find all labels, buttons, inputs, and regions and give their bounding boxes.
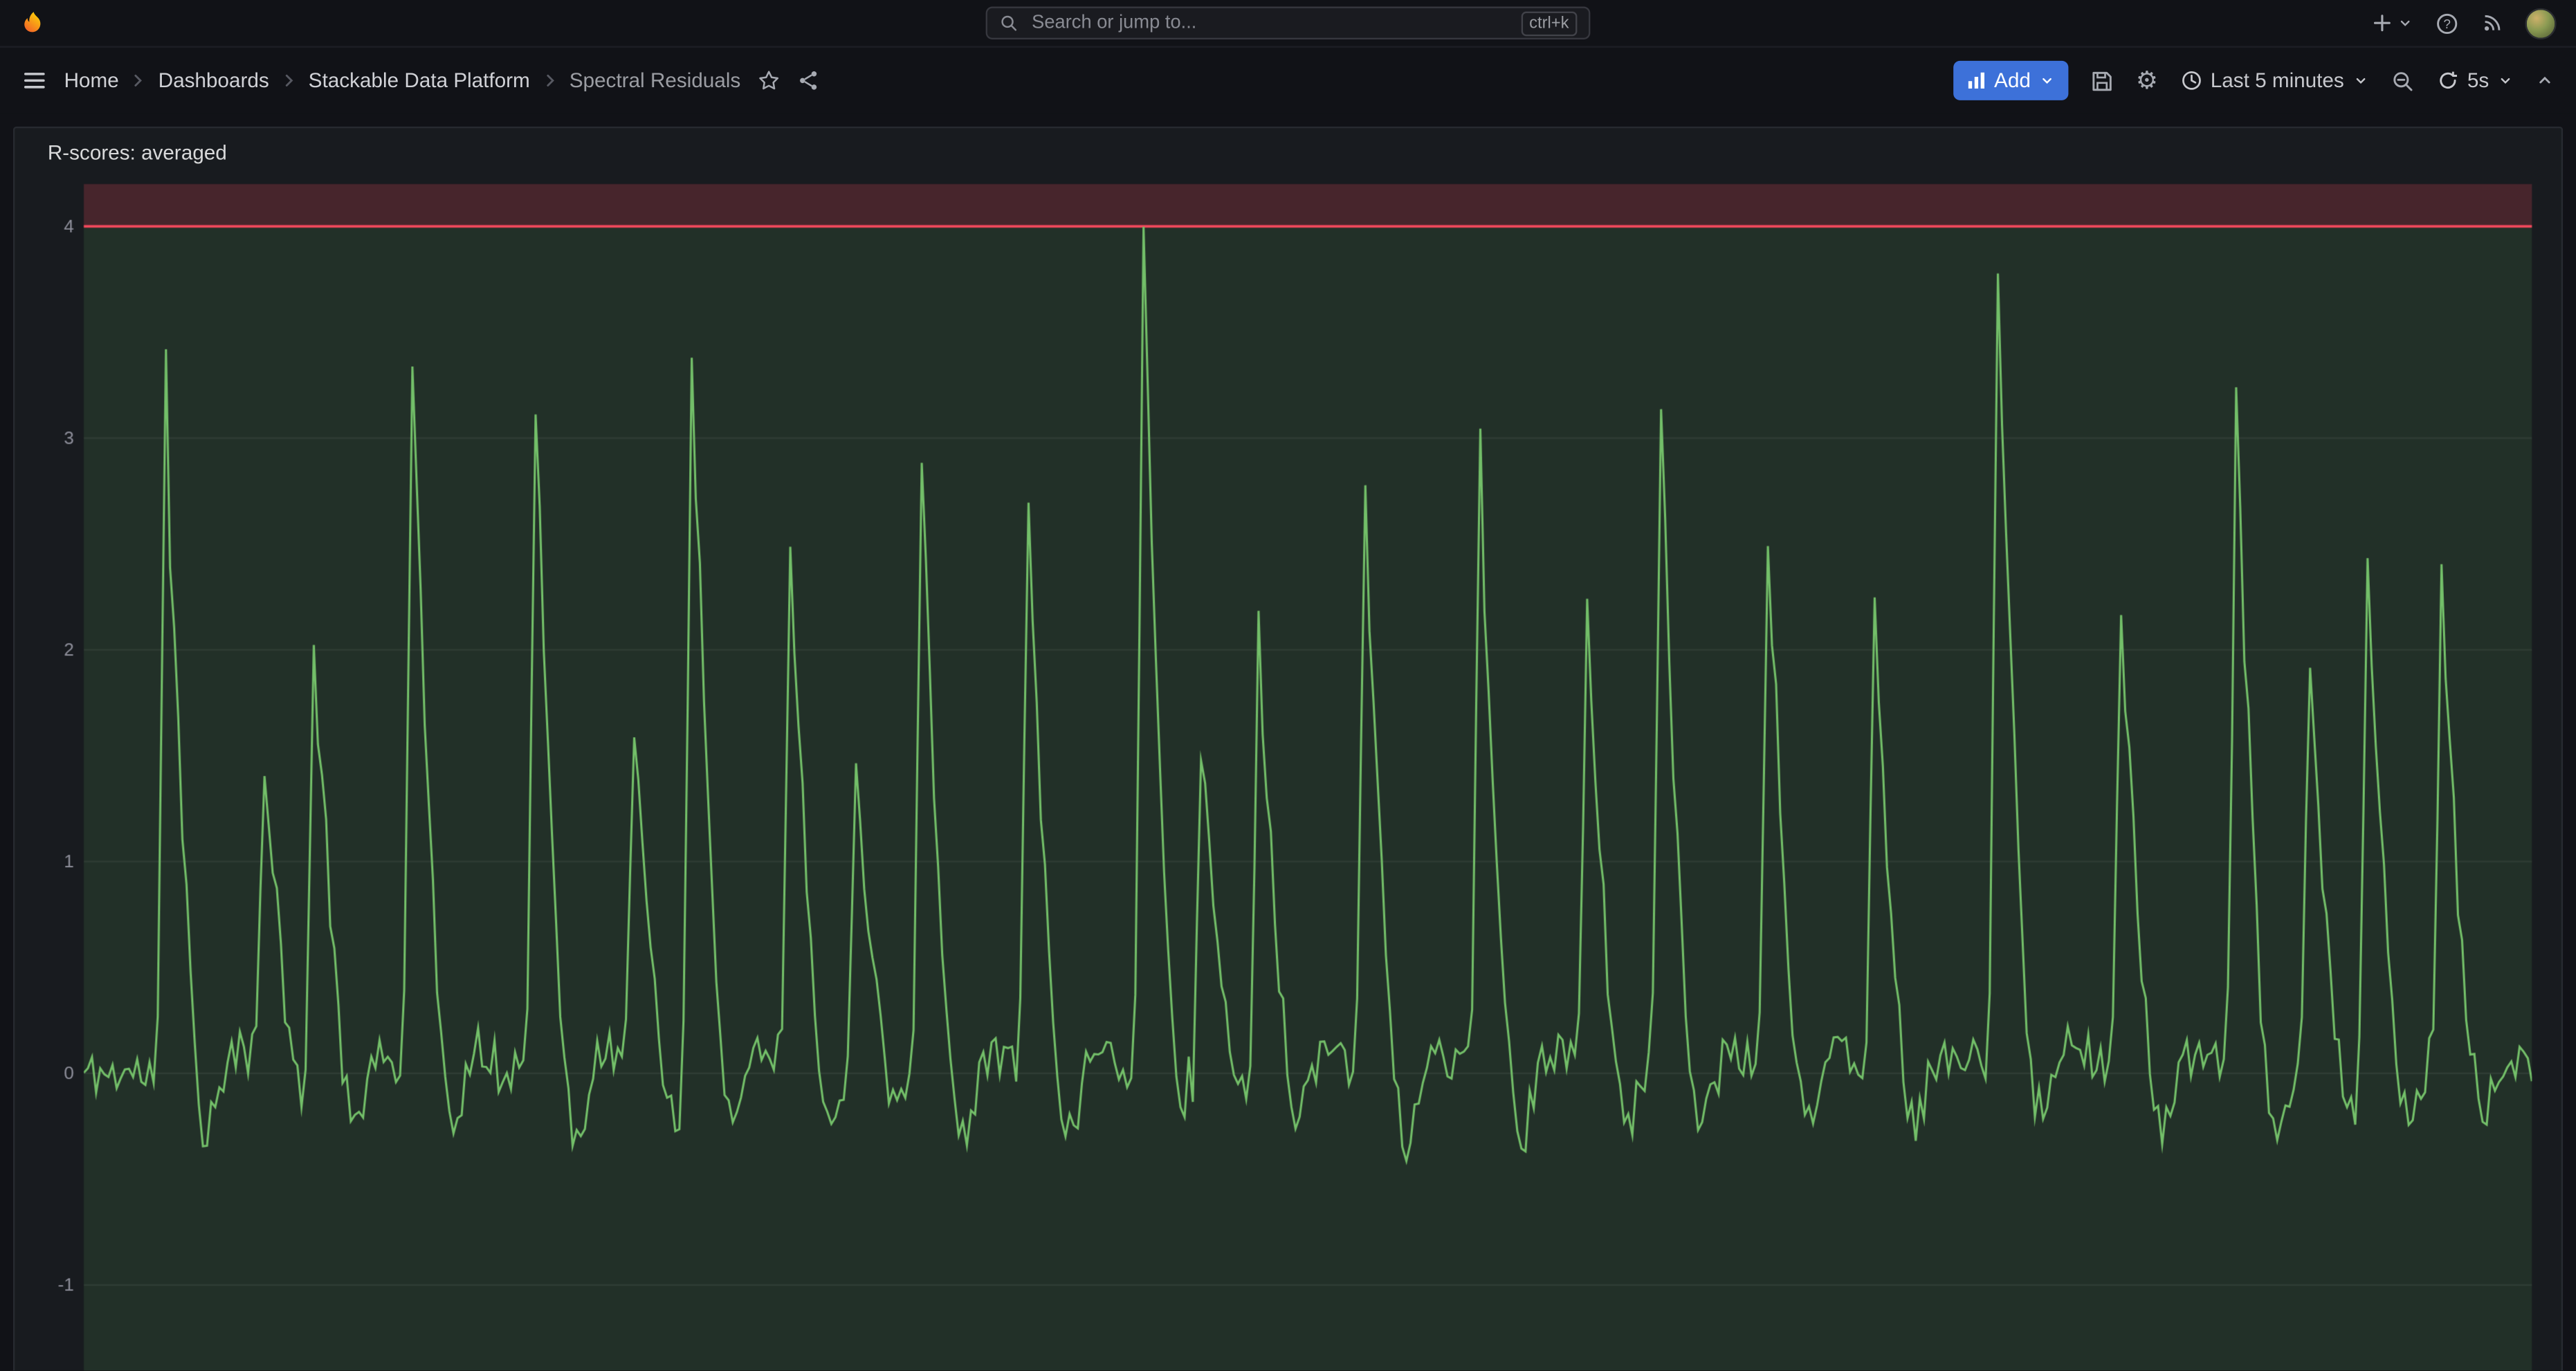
- help-button[interactable]: ?: [2435, 10, 2460, 35]
- share-button[interactable]: [796, 69, 819, 92]
- share-icon: [796, 69, 819, 92]
- grafana-logo-icon[interactable]: [19, 9, 47, 37]
- search-input[interactable]: [1028, 12, 1511, 35]
- breadcrumb-item[interactable]: Dashboards: [158, 69, 269, 92]
- save-dashboard-button[interactable]: [2090, 69, 2114, 93]
- dashboard-grid: R-scores: averaged signal R-scores r1_sc…: [0, 114, 2576, 1370]
- chevron-right-icon: [540, 71, 559, 90]
- chevron-down-icon: [2353, 72, 2369, 89]
- grafana-app: ctrl+k ?: [0, 0, 2576, 1370]
- top-nav-bar: ctrl+k ?: [0, 0, 2576, 48]
- hamburger-icon: [21, 67, 48, 93]
- chevron-right-icon: [279, 71, 298, 90]
- refresh-interval-label: 5s: [2467, 69, 2489, 92]
- clock-icon: [2180, 69, 2202, 92]
- plus-icon: [2371, 12, 2393, 35]
- user-avatar[interactable]: [2525, 8, 2556, 39]
- chevron-down-icon: [2039, 72, 2056, 89]
- add-panel-icon: [1966, 71, 1986, 90]
- chevron-down-icon: [2497, 72, 2514, 89]
- breadcrumb-item[interactable]: Spectral Residuals: [569, 69, 740, 92]
- gear-icon: ⚙: [2136, 69, 2158, 93]
- add-panel-button[interactable]: Add: [1953, 61, 2069, 100]
- search-bar[interactable]: ctrl+k: [986, 6, 1591, 39]
- chevron-up-icon: [2535, 71, 2555, 90]
- news-button[interactable]: [2481, 12, 2503, 35]
- breadcrumb: Home Dashboards Stackable Data Platform Spe…: [64, 69, 741, 92]
- breadcrumb-item[interactable]: Home: [64, 69, 119, 92]
- chevron-right-icon: [129, 71, 148, 90]
- rscores-averaged-chart[interactable]: [28, 174, 2548, 1371]
- star-icon: [757, 69, 780, 92]
- collapse-toolbar-button[interactable]: [2535, 71, 2555, 90]
- refresh-picker[interactable]: 5s: [2436, 69, 2514, 92]
- panel-rscores-averaged: R-scores: averaged signal: [13, 127, 2563, 1370]
- time-range-label: Last 5 minutes: [2211, 69, 2344, 92]
- zoom-out-icon: [2390, 69, 2415, 93]
- search-icon: [999, 13, 1018, 33]
- time-range-picker[interactable]: Last 5 minutes: [2180, 69, 2369, 92]
- refresh-icon: [2436, 69, 2459, 92]
- svg-text:?: ?: [2443, 17, 2451, 31]
- new-menu-button[interactable]: [2371, 12, 2413, 35]
- rss-icon: [2481, 12, 2503, 35]
- panel-title[interactable]: R-scores: averaged: [28, 136, 2548, 174]
- chevron-down-icon: [2397, 15, 2413, 31]
- dashboard-settings-button[interactable]: ⚙: [2136, 69, 2158, 93]
- question-circle-icon: ?: [2435, 10, 2460, 35]
- search-shortcut-kbd: ctrl+k: [1521, 10, 1577, 35]
- favorite-button[interactable]: [757, 69, 780, 92]
- zoom-out-time-button[interactable]: [2390, 69, 2415, 93]
- dashboard-toolbar: Home Dashboards Stackable Data Platform Spe…: [0, 48, 2576, 114]
- save-icon: [2090, 69, 2114, 93]
- mega-menu-toggle[interactable]: [21, 67, 48, 93]
- breadcrumb-item[interactable]: Stackable Data Platform: [309, 69, 530, 92]
- add-button-label: Add: [1994, 69, 2031, 92]
